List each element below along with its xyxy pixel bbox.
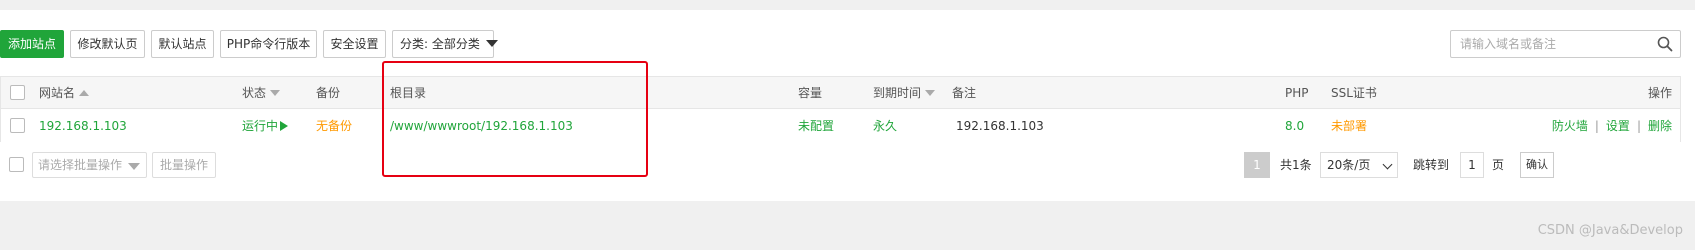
table-header: 网站名 状态 备份 根目录 容量 到期时间 备注 PHP SSL证书 操作: [1, 77, 1680, 109]
remark-text[interactable]: 192.168.1.103: [956, 109, 1044, 142]
modify-default-page-button[interactable]: 修改默认页: [70, 30, 145, 58]
root-dir-link[interactable]: /www/wwwroot/192.168.1.103: [390, 109, 573, 142]
main-panel: 添加站点 修改默认页 默认站点 PHP命令行版本 安全设置 分类: 全部分类 网…: [0, 10, 1695, 201]
default-site-button[interactable]: 默认站点: [151, 30, 214, 58]
col-status-label: 状态: [242, 86, 267, 100]
col-root-dir: 根目录: [390, 86, 427, 100]
ssl-status-link[interactable]: 未部署: [1331, 109, 1367, 142]
sort-asc-icon: [79, 89, 90, 96]
row-checkbox-cell: [10, 109, 25, 142]
search-input[interactable]: [1451, 31, 1651, 57]
status-text: 运行中: [242, 119, 279, 133]
search-box: [1450, 30, 1681, 58]
col-site-name[interactable]: 网站名: [39, 77, 90, 108]
category-filter-label: 分类: 全部分类: [400, 37, 480, 51]
footer-select-all-checkbox[interactable]: [9, 157, 24, 172]
col-php: PHP: [1285, 85, 1309, 100]
backup-link[interactable]: 无备份: [316, 109, 352, 142]
jump-page-input[interactable]: 1: [1460, 152, 1484, 178]
col-backup: 备份: [316, 86, 341, 100]
expire-time-link[interactable]: 永久: [873, 109, 897, 142]
php-cli-version-button[interactable]: PHP命令行版本: [220, 30, 317, 58]
batch-operation-select[interactable]: 请选择批量操作: [32, 152, 147, 178]
col-status[interactable]: 状态: [242, 77, 281, 108]
status-toggle[interactable]: 运行中: [242, 109, 289, 142]
search-icon[interactable]: [1657, 36, 1673, 52]
per-page-select[interactable]: 20条/页: [1320, 152, 1398, 178]
col-expire-time[interactable]: 到期时间: [873, 77, 936, 108]
site-table: 网站名 状态 备份 根目录 容量 到期时间 备注 PHP SSL证书 操作 19…: [0, 76, 1681, 142]
add-site-button[interactable]: 添加站点: [0, 30, 64, 58]
php-version-link[interactable]: 8.0: [1285, 109, 1304, 142]
action-separator: |: [1594, 118, 1599, 133]
page-unit-label: 页: [1492, 158, 1505, 172]
confirm-jump-button[interactable]: 确认: [1520, 152, 1554, 178]
col-capacity: 容量: [798, 86, 823, 100]
settings-link[interactable]: 设置: [1606, 117, 1630, 134]
batch-operation-button[interactable]: 批量操作: [152, 152, 216, 178]
caret-down-icon: [128, 163, 140, 170]
chevron-down-icon: [1382, 159, 1393, 170]
row-checkbox[interactable]: [10, 118, 25, 133]
row-actions: 防火墙 | 设置 | 删除: [1552, 109, 1672, 142]
current-page-button[interactable]: 1: [1244, 152, 1270, 178]
jump-to-label: 跳转到: [1413, 158, 1450, 172]
security-settings-button[interactable]: 安全设置: [323, 30, 386, 58]
col-remark: 备注: [952, 86, 977, 100]
sort-desc-icon: [925, 89, 936, 96]
sort-desc-icon: [270, 89, 281, 96]
select-all-checkbox[interactable]: [10, 85, 25, 100]
per-page-value: 20条/页: [1327, 158, 1371, 172]
firewall-link[interactable]: 防火墙: [1552, 117, 1588, 134]
capacity-link[interactable]: 未配置: [798, 109, 834, 142]
action-separator: |: [1636, 118, 1641, 133]
play-icon: [280, 120, 289, 131]
batch-operation-placeholder: 请选择批量操作: [38, 158, 123, 172]
select-all-checkbox-cell: [10, 77, 25, 108]
col-actions: 操作: [1647, 86, 1672, 100]
watermark: CSDN @Java&Develop: [1537, 223, 1683, 238]
table-row: 192.168.1.103 运行中 无备份 /www/wwwroot/192.1…: [1, 109, 1680, 142]
toolbar: 添加站点 修改默认页 默认站点 PHP命令行版本 安全设置 分类: 全部分类: [0, 30, 1695, 58]
col-expire-time-label: 到期时间: [873, 86, 922, 100]
category-filter-dropdown[interactable]: 分类: 全部分类: [392, 30, 498, 58]
col-ssl: SSL证书: [1331, 86, 1377, 100]
delete-link[interactable]: 删除: [1648, 117, 1672, 134]
table-footer: 请选择批量操作 批量操作 1 共1条 20条/页 跳转到 1 页 确认: [0, 152, 1681, 178]
total-count: 共1条: [1280, 158, 1312, 172]
caret-down-icon: [485, 40, 498, 47]
col-site-name-label: 网站名: [39, 86, 76, 100]
site-name-link[interactable]: 192.168.1.103: [39, 109, 127, 142]
